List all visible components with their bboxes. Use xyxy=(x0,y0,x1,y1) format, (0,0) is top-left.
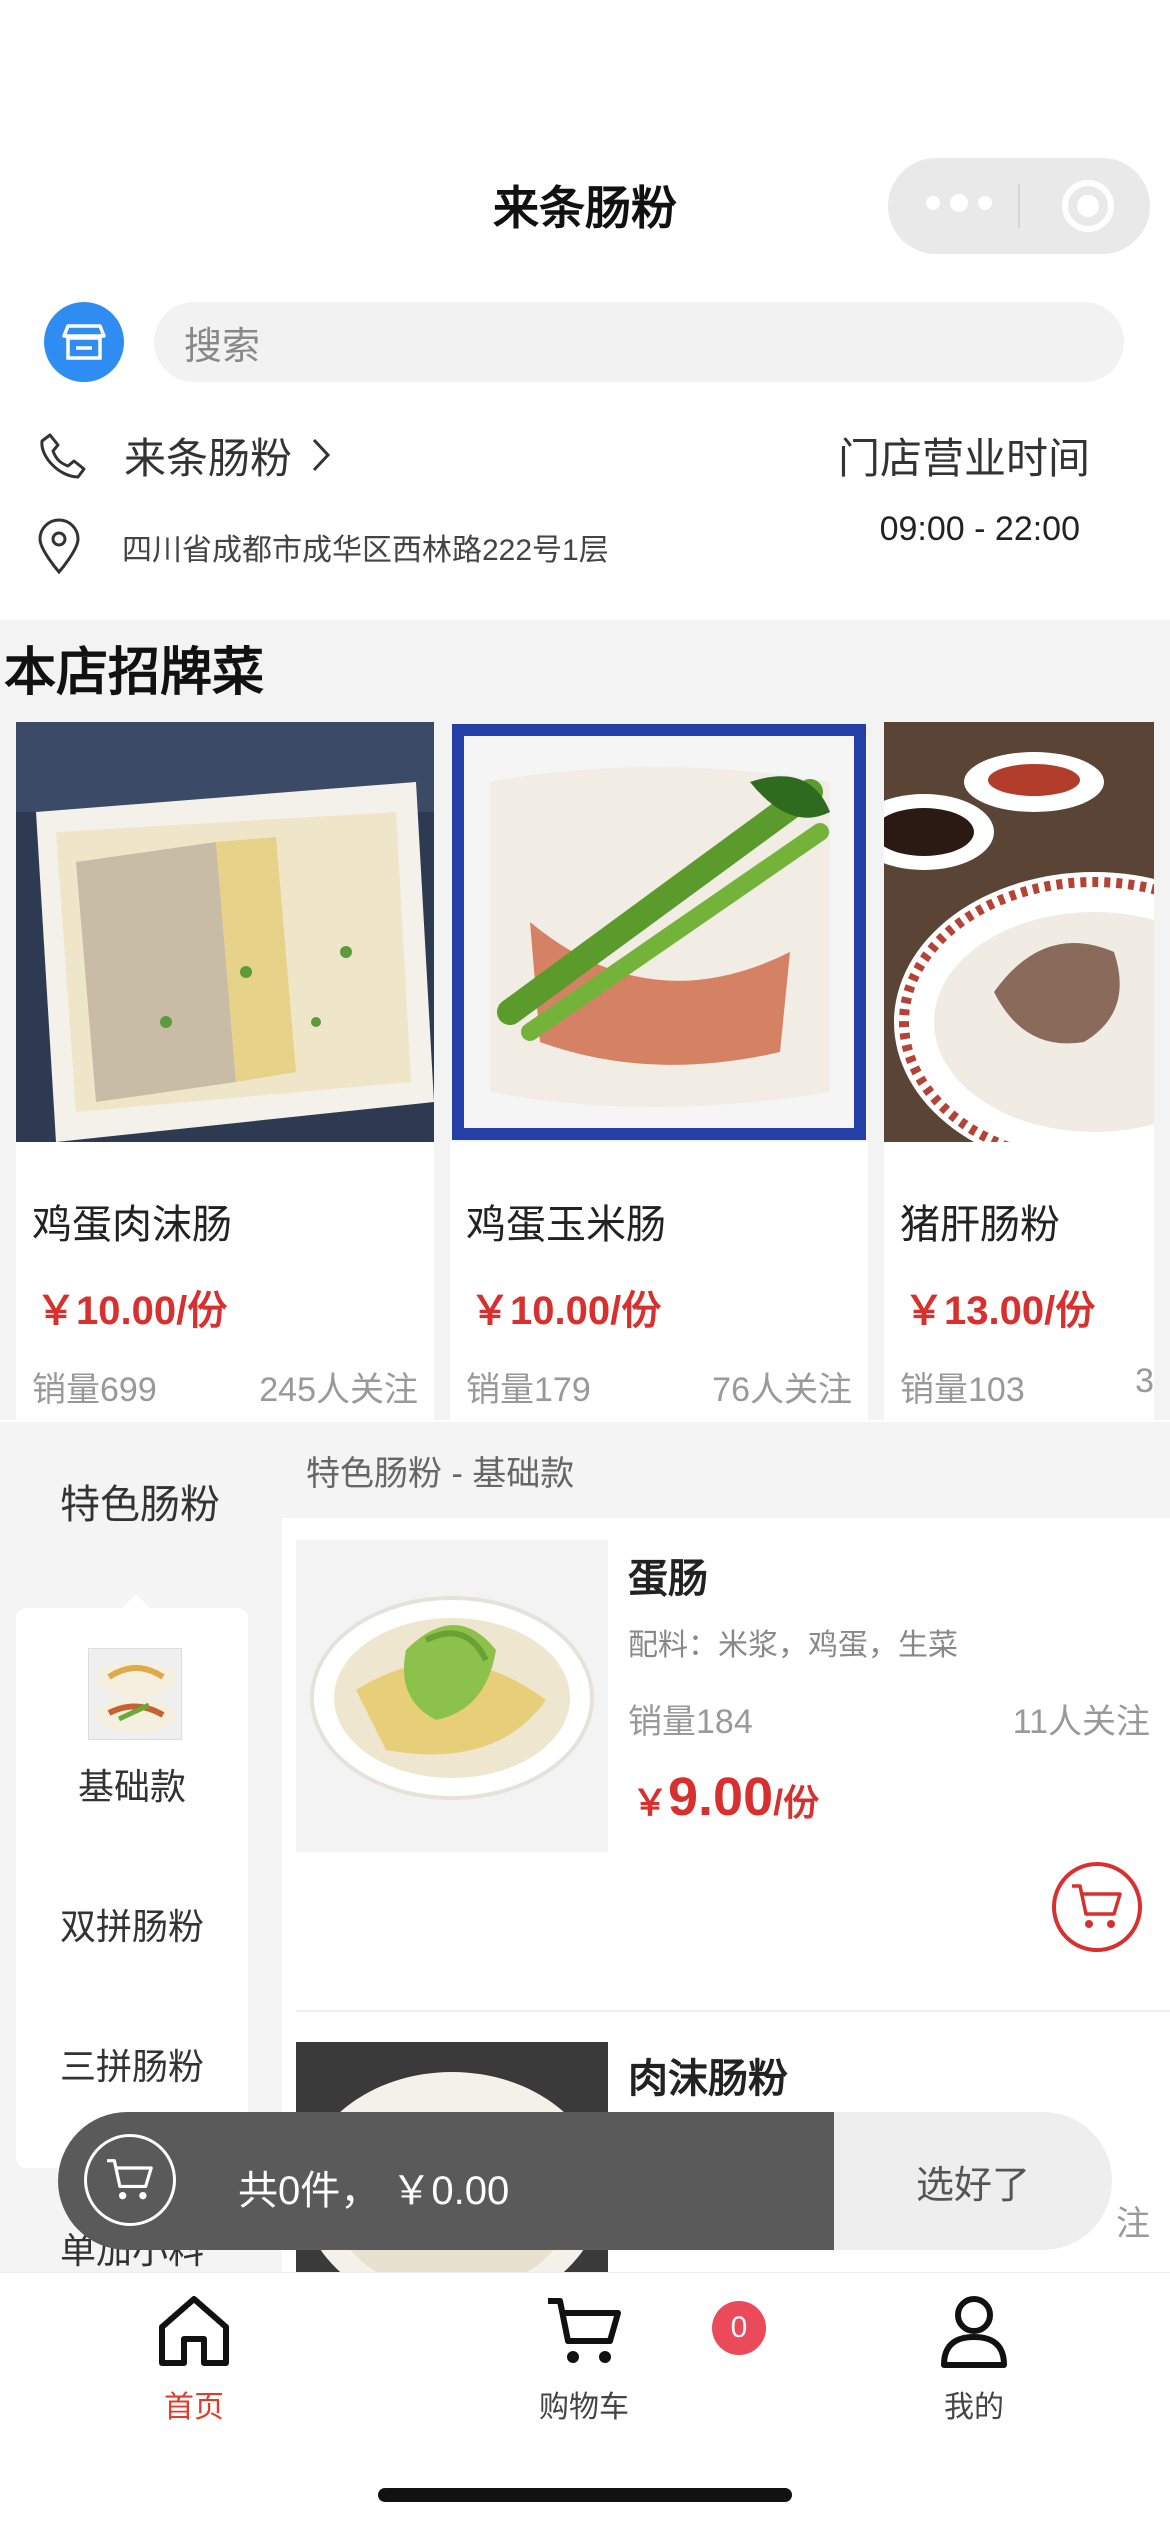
signature-dish-card[interactable]: 猪肝肠粉 ￥13.00/份 销量103 3 xyxy=(884,722,1154,1422)
checkout-button[interactable]: 选好了 xyxy=(834,2112,1112,2250)
shop-icon[interactable] xyxy=(44,302,124,382)
location-pin-icon xyxy=(38,518,80,575)
product-followers: 注 xyxy=(1116,2205,1150,2243)
cart-count-badge: 0 xyxy=(712,2301,766,2355)
dish-photo xyxy=(450,722,868,1142)
dish-photo xyxy=(884,722,1154,1142)
tab-label: 我的 xyxy=(944,2391,1004,2424)
cart-icon xyxy=(1072,1884,1122,1928)
user-icon xyxy=(941,2296,1007,2368)
dish-followers: 3 xyxy=(1135,1362,1154,1400)
cart-summary: 共0件， ￥0.00 xyxy=(238,2169,510,2213)
cart-bar: 共0件， ￥0.00 选好了 xyxy=(58,2112,1112,2250)
shop-name[interactable]: 来条肠粉 xyxy=(124,425,292,486)
subcategory-item-double[interactable]: 双拼肠粉 xyxy=(16,1898,248,1950)
tab-home[interactable]: 首页 xyxy=(94,2293,294,2426)
tab-cart[interactable]: 购物车 xyxy=(484,2293,684,2426)
cart-icon xyxy=(548,2298,621,2363)
category-item-featured[interactable]: 特色肠粉 xyxy=(60,1472,220,1530)
product-photo[interactable] xyxy=(296,1540,608,1852)
section-title: 本店招牌菜 xyxy=(4,644,265,702)
tab-profile[interactable]: 我的 xyxy=(874,2293,1074,2426)
navigation-bar: 来条肠粉 xyxy=(0,0,1170,290)
product-price: ￥9.00/份 xyxy=(632,1767,820,1827)
subcategory-item-basic[interactable]: 基础款 xyxy=(16,1758,248,1810)
home-icon xyxy=(159,2296,229,2366)
mini-program-capsule xyxy=(888,158,1150,254)
phone-icon[interactable] xyxy=(36,429,88,481)
dish-sales: 销量699 xyxy=(32,1371,157,1409)
dish-followers: 76人关注 xyxy=(712,1371,852,1409)
tab-label: 购物车 xyxy=(539,2391,629,2424)
dish-name: 鸡蛋玉米肠 xyxy=(466,1203,666,1247)
signature-dish-card[interactable]: 鸡蛋肉沫肠 ￥10.00/份 销量699 245人关注 xyxy=(16,722,434,1422)
more-icon[interactable] xyxy=(926,194,992,212)
dish-price: ￥13.00/份 xyxy=(904,1289,1096,1333)
product-ingredients: 配料：米浆，鸡蛋，生菜 xyxy=(628,1629,958,1662)
shop-address: 四川省成都市成华区西林路222号1层 xyxy=(122,534,609,567)
address-row[interactable]: 四川省成都市成华区西林路222号1层 xyxy=(36,512,609,582)
subcategory-panel: 基础款 双拼肠粉 三拼肠粉 xyxy=(16,1594,248,2168)
subcategory-thumbnail xyxy=(88,1648,182,1740)
product-name: 肉沫肠粉 xyxy=(628,2057,788,2101)
dish-name: 鸡蛋肉沫肠 xyxy=(32,1203,232,1247)
business-hours: 09:00 - 22:00 xyxy=(879,510,1080,548)
dish-sales: 销量179 xyxy=(466,1371,591,1409)
cart-icon[interactable] xyxy=(84,2134,176,2226)
dish-photo xyxy=(16,722,434,1142)
dish-price: ￥10.00/份 xyxy=(470,1289,662,1333)
close-mini-program-icon[interactable] xyxy=(1062,180,1114,232)
home-indicator xyxy=(378,2488,792,2502)
product-name: 蛋肠 xyxy=(628,1557,708,1601)
search-placeholder: 搜索 xyxy=(184,325,261,368)
dish-followers: 245人关注 xyxy=(259,1371,418,1409)
product-followers: 11人关注 xyxy=(1012,1703,1150,1741)
cart-summary-area[interactable]: 共0件， ￥0.00 xyxy=(58,2112,834,2250)
signature-dish-card[interactable]: 鸡蛋玉米肠 ￥10.00/份 销量179 76人关注 xyxy=(450,722,868,1422)
signature-dishes-section: 本店招牌菜 鸡蛋肉沫肠 ￥10.00/份 销量699 245人关注 鸡蛋玉米肠 … xyxy=(0,620,1170,1422)
dish-name: 猪肝肠粉 xyxy=(900,1203,1060,1247)
dish-price: ￥10.00/份 xyxy=(36,1289,228,1333)
product-sales: 销量184 xyxy=(628,1703,753,1741)
shop-name-row[interactable]: 来条肠粉 xyxy=(36,420,332,490)
business-hours-label: 门店营业时间 xyxy=(837,435,1090,482)
tab-label: 首页 xyxy=(164,2391,224,2424)
subcategory-item-triple[interactable]: 三拼肠粉 xyxy=(16,2038,248,2090)
search-input[interactable]: 搜索 xyxy=(154,302,1124,382)
add-to-cart-button[interactable] xyxy=(1052,1862,1142,1952)
product-list-header: 特色肠粉 - 基础款 xyxy=(282,1422,1170,1518)
dish-sales: 销量103 xyxy=(900,1371,1025,1409)
chevron-right-icon xyxy=(312,438,331,472)
